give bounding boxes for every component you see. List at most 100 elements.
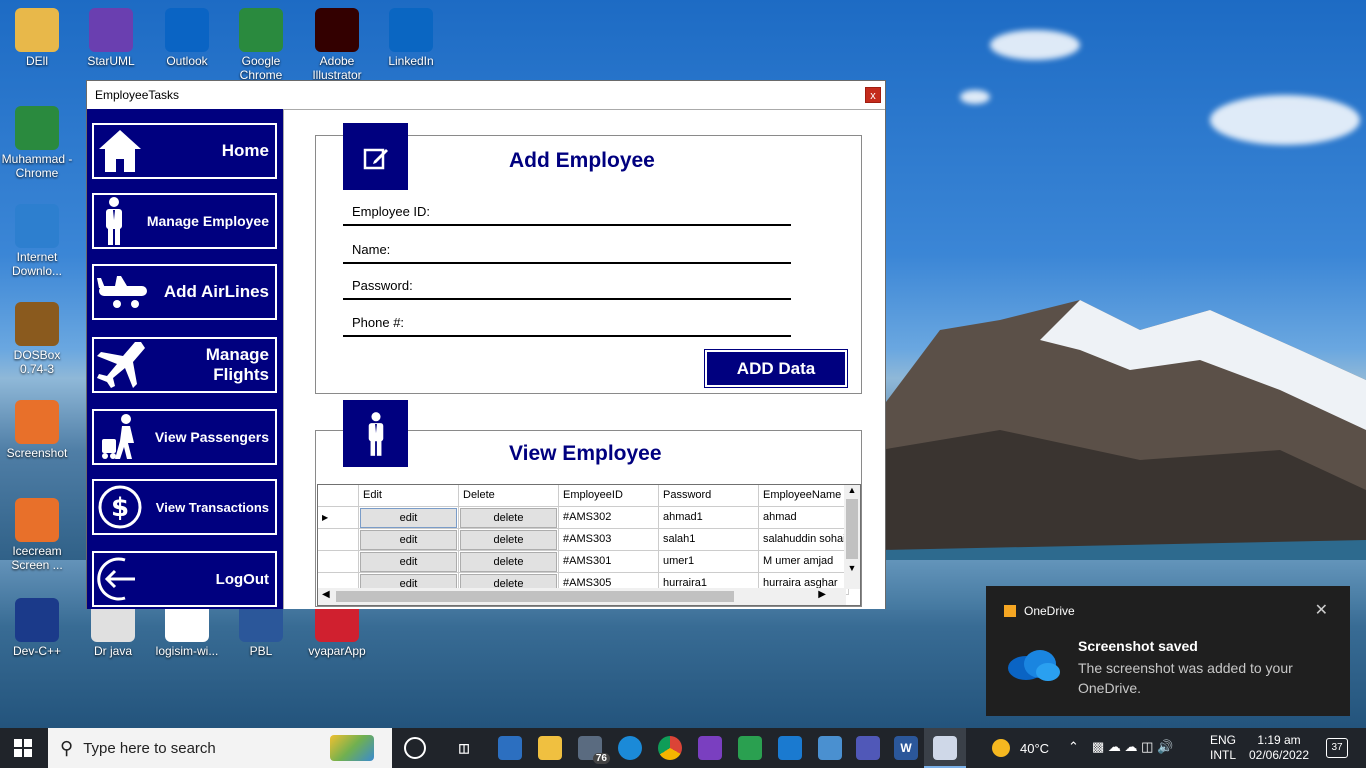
horizontal-scrollbar[interactable]: ◀ ▶ xyxy=(318,588,846,605)
row-header-cell[interactable]: ▶ xyxy=(318,507,359,529)
scroll-right-icon[interactable]: ▶ xyxy=(818,589,826,600)
password-field[interactable]: Password: xyxy=(343,278,791,300)
tray-icons[interactable]: ▩ ☁ ☁ ◫ 🔊 xyxy=(1092,739,1173,754)
weather-temp[interactable]: 40°C xyxy=(1020,741,1049,756)
desktop-icon[interactable]: DOSBox 0.74-3 xyxy=(0,302,74,376)
desktop-icon[interactable]: Screenshot xyxy=(0,400,74,460)
desktop-icon[interactable]: Muhammad - Chrome xyxy=(0,106,74,180)
teams-icon[interactable] xyxy=(856,736,880,760)
vscode-icon[interactable] xyxy=(778,736,802,760)
table-row[interactable]: edit delete #AMS303 salah1 salahuddin sohail xyxy=(318,529,849,551)
visual-studio-icon[interactable] xyxy=(698,736,722,760)
chevron-up-icon[interactable]: ⌃ xyxy=(1068,739,1079,754)
chrome-icon[interactable] xyxy=(658,736,682,760)
task-view-icon[interactable]: ◫ xyxy=(452,736,476,760)
store-icon[interactable] xyxy=(498,736,522,760)
delete-cell: delete xyxy=(459,551,559,573)
nav-view-passengers[interactable]: View Passengers xyxy=(91,408,278,466)
desktop-icon[interactable]: DEll xyxy=(0,8,74,68)
col-employee-id[interactable]: EmployeeID xyxy=(559,485,659,507)
toast-close-icon[interactable]: ✕ xyxy=(1315,600,1328,620)
camera-icon xyxy=(15,400,59,444)
employee-name-cell[interactable]: ahmad xyxy=(759,507,849,529)
name-field[interactable]: Name: xyxy=(343,242,791,264)
scroll-down-icon[interactable]: ▼ xyxy=(844,563,860,573)
vertical-scrollbar[interactable]: ▲ ▼ xyxy=(844,485,860,589)
row-header-cell[interactable] xyxy=(318,529,359,551)
col-delete[interactable]: Delete xyxy=(459,485,559,507)
notification-center-icon[interactable]: 37 xyxy=(1326,738,1348,758)
employee-name-cell[interactable]: M umer amjad xyxy=(759,551,849,573)
employee-name-cell[interactable]: salahuddin sohail xyxy=(759,529,849,551)
search-placeholder: Type here to search xyxy=(83,739,216,757)
delete-button[interactable]: delete xyxy=(460,530,557,550)
star-icon xyxy=(89,8,133,52)
desktop-icon[interactable]: Outlook xyxy=(150,8,224,68)
edit-button[interactable]: edit xyxy=(360,530,457,550)
nav-add-airlines[interactable]: Add AirLines xyxy=(91,263,278,321)
edit-button[interactable]: edit xyxy=(360,508,457,528)
row-header-cell[interactable] xyxy=(318,551,359,573)
scroll-left-icon[interactable]: ◀ xyxy=(322,589,330,600)
nav-view-transactions[interactable]: $ View Transactions xyxy=(91,478,278,536)
dosbox-icon xyxy=(15,302,59,346)
nav-logout[interactable]: LogOut xyxy=(91,550,278,608)
cortana-icon[interactable] xyxy=(404,737,426,759)
desktop-icon[interactable]: Icecream Screen ... xyxy=(0,498,74,572)
onedrive-toast[interactable]: OneDrive ✕ Screenshot saved The screensh… xyxy=(986,586,1350,716)
delete-button[interactable]: delete xyxy=(460,508,557,528)
desktop-icon-label: Internet Downlo... xyxy=(11,250,63,278)
3d-builder-icon[interactable] xyxy=(818,736,842,760)
edge-icon[interactable] xyxy=(618,736,642,760)
hscroll-thumb[interactable] xyxy=(336,591,734,602)
windows-start-icon[interactable] xyxy=(14,739,32,757)
nav-home[interactable]: Home xyxy=(91,122,278,180)
add-employee-title: Add Employee xyxy=(509,149,655,172)
desktop-icon[interactable]: Google Chrome xyxy=(224,8,298,82)
edit-button[interactable]: edit xyxy=(360,552,457,572)
table-row[interactable]: ▶ edit delete #AMS302 ahmad1 ahmad xyxy=(318,507,849,529)
password-cell[interactable]: umer1 xyxy=(659,551,759,573)
main-area: Add Employee Employee ID: Name: Password… xyxy=(283,109,885,609)
scroll-up-icon[interactable]: ▲ xyxy=(844,485,860,495)
nav-view-transactions-label: View Transactions xyxy=(155,499,269,515)
close-button[interactable]: x xyxy=(865,87,881,103)
desktop-icon[interactable]: Dev-C++ xyxy=(0,598,74,658)
file-explorer-icon[interactable] xyxy=(538,736,562,760)
edit-icon xyxy=(343,123,408,190)
employee-tasks-window: EmployeeTasks x Home Manage Employee Add… xyxy=(86,80,886,609)
employee-id-cell[interactable]: #AMS303 xyxy=(559,529,659,551)
desktop-icon[interactable]: Internet Downlo... xyxy=(0,204,74,278)
mail-icon[interactable]: 76 xyxy=(578,736,610,764)
desktop-icon[interactable]: LinkedIn xyxy=(374,8,448,68)
desktop-icon[interactable]: StarUML xyxy=(74,8,148,68)
search-highlight-icon[interactable] xyxy=(330,735,374,761)
delete-button[interactable]: delete xyxy=(460,552,557,572)
table-row[interactable]: edit delete #AMS301 umer1 M umer amjad xyxy=(318,551,849,573)
nav-manage-employee[interactable]: Manage Employee xyxy=(91,192,278,250)
phone-field[interactable]: Phone #: xyxy=(343,315,791,337)
col-edit[interactable]: Edit xyxy=(359,485,459,507)
add-data-button[interactable]: ADD Data xyxy=(704,349,848,388)
scroll-thumb[interactable] xyxy=(846,499,858,559)
col-employee-name[interactable]: EmployeeName xyxy=(759,485,849,507)
nav-view-passengers-label: View Passengers xyxy=(154,429,269,445)
title-bar: EmployeeTasks xyxy=(87,81,885,109)
desktop-icon[interactable]: Adobe Illustrator xyxy=(300,8,374,82)
col-password[interactable]: Password xyxy=(659,485,759,507)
excel-icon[interactable] xyxy=(738,736,762,760)
language-indicator[interactable]: ENG INTL xyxy=(1210,733,1236,763)
cloud xyxy=(960,90,990,104)
word-icon[interactable]: W xyxy=(894,736,918,760)
taskbar-search-box[interactable]: ⚲ Type here to search xyxy=(48,728,392,768)
employee-id-cell[interactable]: #AMS302 xyxy=(559,507,659,529)
nav-manage-flights[interactable]: Manage Flights xyxy=(91,336,278,394)
password-cell[interactable]: salah1 xyxy=(659,529,759,551)
employee-tasks-taskbar-button[interactable] xyxy=(924,728,966,768)
employee-id-field[interactable]: Employee ID: xyxy=(343,204,791,226)
clock[interactable]: 1:19 am 02/06/2022 xyxy=(1248,733,1310,763)
desktop-icon-label: Outlook xyxy=(166,54,208,68)
employee-id-cell[interactable]: #AMS301 xyxy=(559,551,659,573)
password-cell[interactable]: ahmad1 xyxy=(659,507,759,529)
weather-sun-icon[interactable] xyxy=(992,739,1010,757)
